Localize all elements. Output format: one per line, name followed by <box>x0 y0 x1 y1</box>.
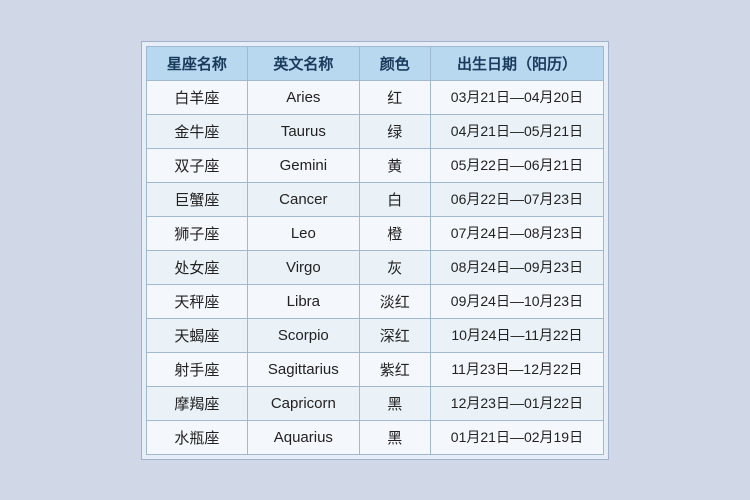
cell-english-name: Libra <box>247 284 359 318</box>
cell-color: 紫红 <box>359 352 430 386</box>
cell-color: 深红 <box>359 318 430 352</box>
cell-english-name: Leo <box>247 216 359 250</box>
table-row: 摩羯座Capricorn黑12月23日—01月22日 <box>146 386 603 420</box>
header-color: 颜色 <box>359 46 430 80</box>
table-row: 水瓶座Aquarius黑01月21日—02月19日 <box>146 420 603 454</box>
cell-color: 黄 <box>359 148 430 182</box>
cell-english-name: Aquarius <box>247 420 359 454</box>
cell-color: 绿 <box>359 114 430 148</box>
cell-english-name: Taurus <box>247 114 359 148</box>
header-chinese-name: 星座名称 <box>146 46 247 80</box>
cell-date: 07月24日—08月23日 <box>430 216 603 250</box>
cell-date: 01月21日—02月19日 <box>430 420 603 454</box>
table-row: 狮子座Leo橙07月24日—08月23日 <box>146 216 603 250</box>
table-row: 射手座Sagittarius紫红11月23日—12月22日 <box>146 352 603 386</box>
cell-english-name: Virgo <box>247 250 359 284</box>
table-row: 天蝎座Scorpio深红10月24日—11月22日 <box>146 318 603 352</box>
cell-chinese-name: 水瓶座 <box>146 420 247 454</box>
cell-english-name: Aries <box>247 80 359 114</box>
cell-chinese-name: 摩羯座 <box>146 386 247 420</box>
cell-date: 08月24日—09月23日 <box>430 250 603 284</box>
zodiac-table: 星座名称 英文名称 颜色 出生日期（阳历） 白羊座Aries红03月21日—04… <box>146 46 604 455</box>
cell-date: 06月22日—07月23日 <box>430 182 603 216</box>
table-row: 金牛座Taurus绿04月21日—05月21日 <box>146 114 603 148</box>
table-row: 巨蟹座Cancer白06月22日—07月23日 <box>146 182 603 216</box>
cell-english-name: Cancer <box>247 182 359 216</box>
cell-chinese-name: 天蝎座 <box>146 318 247 352</box>
table-header-row: 星座名称 英文名称 颜色 出生日期（阳历） <box>146 46 603 80</box>
cell-date: 10月24日—11月22日 <box>430 318 603 352</box>
cell-color: 淡红 <box>359 284 430 318</box>
cell-english-name: Capricorn <box>247 386 359 420</box>
cell-chinese-name: 处女座 <box>146 250 247 284</box>
header-date: 出生日期（阳历） <box>430 46 603 80</box>
cell-color: 黑 <box>359 420 430 454</box>
cell-chinese-name: 狮子座 <box>146 216 247 250</box>
cell-color: 白 <box>359 182 430 216</box>
cell-chinese-name: 双子座 <box>146 148 247 182</box>
cell-english-name: Gemini <box>247 148 359 182</box>
table-row: 天秤座Libra淡红09月24日—10月23日 <box>146 284 603 318</box>
cell-color: 橙 <box>359 216 430 250</box>
cell-date: 04月21日—05月21日 <box>430 114 603 148</box>
cell-date: 11月23日—12月22日 <box>430 352 603 386</box>
header-english-name: 英文名称 <box>247 46 359 80</box>
cell-date: 05月22日—06月21日 <box>430 148 603 182</box>
cell-date: 03月21日—04月20日 <box>430 80 603 114</box>
cell-english-name: Scorpio <box>247 318 359 352</box>
cell-english-name: Sagittarius <box>247 352 359 386</box>
table-row: 白羊座Aries红03月21日—04月20日 <box>146 80 603 114</box>
cell-chinese-name: 金牛座 <box>146 114 247 148</box>
cell-date: 12月23日—01月22日 <box>430 386 603 420</box>
cell-color: 黑 <box>359 386 430 420</box>
zodiac-table-container: 星座名称 英文名称 颜色 出生日期（阳历） 白羊座Aries红03月21日—04… <box>141 41 609 460</box>
cell-chinese-name: 巨蟹座 <box>146 182 247 216</box>
cell-chinese-name: 白羊座 <box>146 80 247 114</box>
table-row: 处女座Virgo灰08月24日—09月23日 <box>146 250 603 284</box>
cell-color: 红 <box>359 80 430 114</box>
table-row: 双子座Gemini黄05月22日—06月21日 <box>146 148 603 182</box>
cell-chinese-name: 射手座 <box>146 352 247 386</box>
cell-color: 灰 <box>359 250 430 284</box>
cell-date: 09月24日—10月23日 <box>430 284 603 318</box>
cell-chinese-name: 天秤座 <box>146 284 247 318</box>
